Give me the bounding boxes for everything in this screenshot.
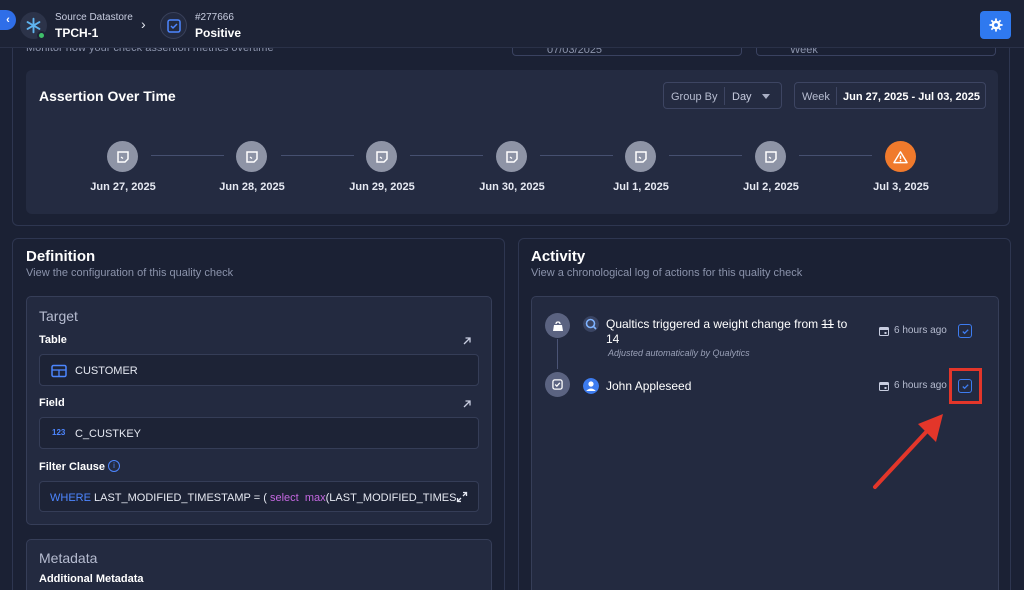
highlight-box (949, 368, 982, 404)
field-field[interactable]: 123 C_CUSTKEY (39, 417, 479, 449)
timeline-connector (799, 155, 872, 156)
activity-title: Activity (531, 248, 586, 265)
timeline-connector (151, 155, 224, 156)
definition-subtitle: View the configuration of this quality c… (26, 267, 234, 279)
info-icon[interactable]: i (108, 460, 120, 472)
user-avatar (583, 378, 599, 394)
activity-note: Adjusted automatically by Qualytics (608, 348, 750, 358)
timeline-node-day-4[interactable] (496, 141, 527, 172)
arrow-annotation (873, 414, 943, 489)
breadcrumb-separator-icon: › (141, 16, 146, 32)
external-link-icon[interactable] (461, 398, 473, 410)
group-by-divider (724, 87, 725, 105)
field-value: C_CUSTKEY (75, 428, 142, 440)
timeline-node-day-2[interactable] (236, 141, 267, 172)
timeline-date: Jun 27, 2025 (90, 181, 156, 193)
week-divider (836, 87, 837, 105)
settings-button[interactable] (980, 11, 1011, 39)
back-chevron-icon: ‹ (6, 14, 10, 26)
additional-metadata-label: Additional Metadata (39, 573, 144, 585)
sql-keyword: WHERE (50, 492, 91, 504)
field-label: Field (39, 397, 65, 409)
activity-author: John Appleseed (606, 379, 692, 393)
timeline-node-day-6[interactable] (755, 141, 786, 172)
activity-node-check (545, 372, 570, 397)
datastore-name-link[interactable]: TPCH-1 (55, 26, 98, 40)
datastore-status-dot (37, 31, 46, 40)
external-link-icon[interactable] (461, 335, 473, 347)
check-status: Positive (195, 26, 242, 40)
timeline-connector (669, 155, 742, 156)
assertion-note-icon (245, 150, 258, 163)
assertion-note-icon (505, 150, 518, 163)
timeline-connector (281, 155, 354, 156)
group-by-value: Day (732, 91, 752, 103)
check-avatar (160, 12, 187, 39)
check-status-icon (552, 379, 563, 390)
check-status-icon (166, 18, 181, 33)
timeline-node-day-5[interactable] (625, 141, 656, 172)
weight-icon (552, 320, 563, 331)
numeric-type-icon: 123 (52, 428, 66, 437)
timeline-node-day-7[interactable] (885, 141, 916, 172)
qualytics-avatar (583, 316, 599, 332)
timeline-date: Jul 3, 2025 (873, 181, 929, 193)
view-check-button[interactable] (958, 324, 972, 338)
timeline-date: Jun 30, 2025 (479, 181, 545, 193)
top-bar: ‹ Source Datastore TPCH-1 › #277666 Posi… (0, 0, 1024, 48)
timeline-node-day-1[interactable] (107, 141, 138, 172)
assertion-note-icon (375, 150, 388, 163)
activity-text: to (833, 317, 848, 331)
check-status-icon (961, 328, 969, 334)
group-by-select[interactable]: Group By Day (663, 82, 782, 109)
sql-text: (LAST_MODIFIED_TIMES (325, 492, 457, 504)
activity-subtitle: View a chronological log of actions for … (531, 267, 803, 279)
week-range-value: Jun 27, 2025 - Jul 03, 2025 (843, 91, 980, 103)
activity-time: 6 hours ago (894, 325, 947, 336)
timeline-date: Jun 28, 2025 (219, 181, 285, 193)
timeline-connector (540, 155, 613, 156)
table-icon (51, 364, 67, 378)
assertion-note-icon (116, 150, 129, 163)
chevron-down-icon (762, 94, 770, 99)
table-value: CUSTOMER (75, 365, 138, 377)
filter-clause-sql: WHERE LAST_MODIFIED_TIMESTAMP = ( select… (50, 492, 456, 504)
gear-icon (988, 18, 1003, 32)
timeline-date: Jul 1, 2025 (613, 181, 669, 193)
calendar-icon (879, 327, 889, 336)
back-button[interactable]: ‹ (0, 10, 16, 30)
timeline-date: Jul 2, 2025 (743, 181, 799, 193)
sql-text: LAST_MODIFIED_TIMESTAMP = ( (90, 492, 270, 504)
timeline-date: Jun 29, 2025 (349, 181, 415, 193)
sql-function: max (304, 492, 326, 504)
old-value: 11 (821, 317, 834, 331)
activity-time: 6 hours ago (894, 380, 947, 391)
target-heading: Target (39, 308, 78, 324)
activity-node-weight (545, 313, 570, 338)
definition-title: Definition (26, 248, 96, 265)
sql-keyword: select (269, 492, 299, 504)
metadata-heading: Metadata (39, 550, 98, 566)
activity-text: Qualtics triggered a weight change from (606, 317, 822, 331)
assertion-note-icon (764, 150, 777, 163)
week-range-picker[interactable]: Week Jun 27, 2025 - Jul 03, 2025 (794, 82, 986, 109)
activity-entry-text: Qualtics triggered a weight change from … (606, 317, 866, 347)
check-id: #277666 (195, 12, 234, 23)
calendar-icon (879, 382, 889, 391)
expand-icon[interactable] (456, 491, 468, 503)
activity-connector (557, 339, 558, 369)
assertion-title: Assertion Over Time (39, 88, 176, 104)
week-label: Week (802, 91, 830, 103)
group-by-label: Group By (671, 91, 718, 103)
table-label: Table (39, 334, 67, 346)
timeline-connector (410, 155, 483, 156)
filter-clause-label: Filter Clause (39, 461, 106, 473)
new-value: 14 (606, 332, 620, 346)
timeline-node-day-3[interactable] (366, 141, 397, 172)
assertion-note-icon (634, 150, 647, 163)
table-field[interactable]: CUSTOMER (39, 354, 479, 386)
warning-icon (893, 150, 908, 163)
filter-clause-field[interactable]: WHERE LAST_MODIFIED_TIMESTAMP = ( select… (39, 481, 479, 512)
datastore-label: Source Datastore (55, 12, 133, 23)
